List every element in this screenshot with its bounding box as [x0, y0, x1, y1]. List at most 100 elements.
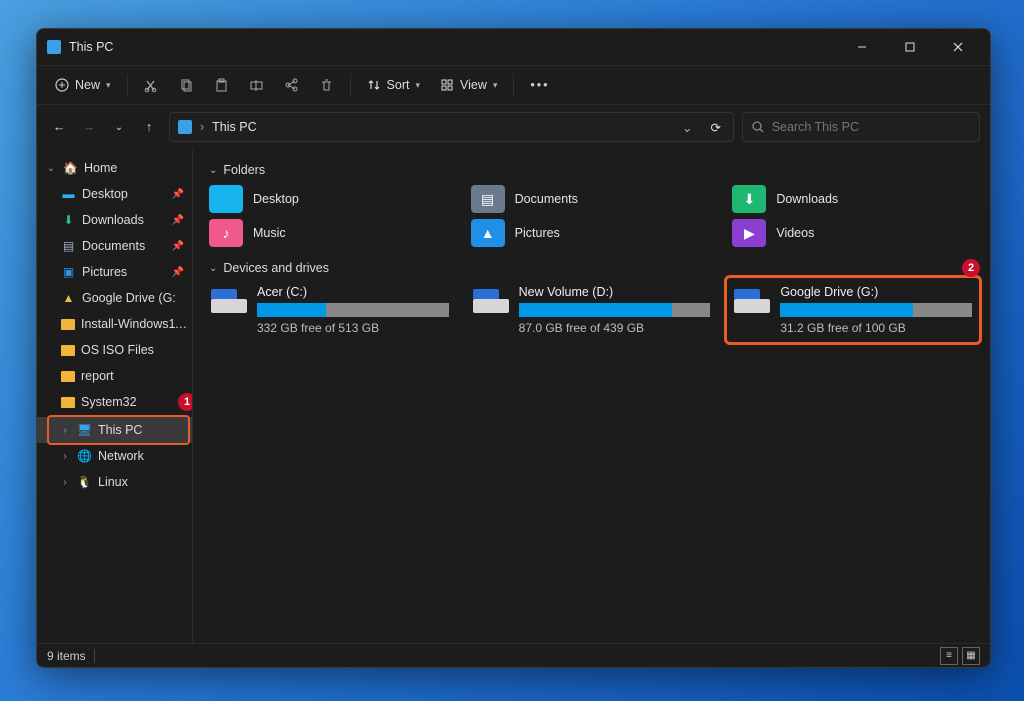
- folder-desktop[interactable]: Desktop: [209, 185, 451, 213]
- sidebar-item-system32[interactable]: System32 1: [37, 389, 192, 415]
- pin-icon: 📌: [172, 241, 184, 252]
- new-button[interactable]: New ▾: [47, 70, 119, 100]
- folder-icon: [61, 319, 75, 330]
- delete-button[interactable]: [311, 70, 342, 100]
- copy-button[interactable]: [171, 70, 202, 100]
- sort-button[interactable]: Sort ▾: [359, 70, 428, 100]
- folder-music[interactable]: ♪Music: [209, 219, 451, 247]
- videos-folder-icon: ▶: [732, 219, 766, 247]
- drive-d[interactable]: New Volume (D:) 87.0 GB free of 439 GB: [471, 283, 713, 337]
- folder-icon: [61, 397, 75, 408]
- search-icon: [751, 120, 764, 134]
- window-title: This PC: [69, 40, 113, 54]
- sidebar-network[interactable]: ›🌐Network: [37, 443, 192, 469]
- sidebar-item-osiso[interactable]: OS ISO Files: [37, 337, 192, 363]
- home-icon: 🏠: [63, 161, 78, 176]
- minimize-button[interactable]: [840, 32, 884, 62]
- share-icon: [284, 78, 299, 93]
- share-button[interactable]: [276, 70, 307, 100]
- pin-icon: 📌: [172, 215, 184, 226]
- network-icon: 🌐: [77, 449, 92, 464]
- search-box[interactable]: [742, 112, 980, 142]
- ellipsis-icon: •••: [530, 78, 549, 92]
- sidebar-item-desktop[interactable]: ▬Desktop📌: [37, 181, 192, 207]
- item-count: 9 items: [47, 649, 86, 663]
- folders-grid: Desktop ▤Documents ⬇Downloads ♪Music ▲Pi…: [209, 185, 974, 247]
- drive-g[interactable]: Google Drive (G:) 31.2 GB free of 100 GB…: [732, 283, 974, 337]
- back-button[interactable]: ←: [47, 115, 71, 139]
- sidebar-linux[interactable]: ›🐧Linux: [37, 469, 192, 495]
- sidebar-item-downloads[interactable]: ⬇Downloads📌: [37, 207, 192, 233]
- paste-icon: [214, 78, 229, 93]
- pin-icon: 📌: [172, 267, 184, 278]
- documents-folder-icon: ▤: [471, 185, 505, 213]
- annotation-badge-1: 1: [178, 393, 193, 411]
- forward-button[interactable]: →: [77, 115, 101, 139]
- maximize-button[interactable]: [888, 32, 932, 62]
- copy-icon: [179, 78, 194, 93]
- annotation-badge-2: 2: [962, 259, 980, 277]
- content-pane: ⌄Folders Desktop ▤Documents ⬇Downloads ♪…: [193, 149, 990, 643]
- refresh-button[interactable]: ⟳: [707, 120, 725, 135]
- recent-dropdown[interactable]: ⌄: [107, 115, 131, 139]
- cut-button[interactable]: [136, 70, 167, 100]
- drive-c[interactable]: Acer (C:) 332 GB free of 513 GB: [209, 283, 451, 337]
- close-button[interactable]: [936, 32, 980, 62]
- downloads-icon: ⬇: [61, 213, 76, 228]
- drive-icon: [211, 285, 247, 313]
- music-folder-icon: ♪: [209, 219, 243, 247]
- window-controls: [840, 32, 980, 62]
- folder-documents[interactable]: ▤Documents: [471, 185, 713, 213]
- status-bar: 9 items ≡ ▦: [37, 643, 990, 667]
- linux-icon: 🐧: [77, 475, 92, 490]
- trash-icon: [319, 78, 334, 93]
- pin-icon: 📌: [172, 189, 184, 200]
- plus-circle-icon: [55, 78, 69, 92]
- address-bar[interactable]: › This PC ⌄ ⟳: [169, 112, 734, 142]
- section-folders-header[interactable]: ⌄Folders: [209, 163, 974, 177]
- view-button-label: View: [460, 78, 487, 92]
- up-button[interactable]: ↑: [137, 115, 161, 139]
- sidebar-item-pictures[interactable]: ▣Pictures📌: [37, 259, 192, 285]
- search-input[interactable]: [772, 120, 971, 134]
- usage-bar: [780, 303, 972, 317]
- desktop-folder-icon: [209, 185, 243, 213]
- usage-bar: [519, 303, 711, 317]
- pc-icon: 🖥: [77, 423, 92, 438]
- folder-icon: [61, 371, 75, 382]
- drives-grid: Acer (C:) 332 GB free of 513 GB New Volu…: [209, 283, 974, 337]
- folder-videos[interactable]: ▶Videos: [732, 219, 974, 247]
- sidebar-item-install[interactable]: Install-Windows11B: [37, 311, 192, 337]
- drive-icon: [473, 285, 509, 313]
- nav-row: ← → ⌄ ↑ › This PC ⌄ ⟳: [37, 105, 990, 149]
- drive-icon: ▲: [61, 291, 76, 306]
- new-button-label: New: [75, 78, 100, 92]
- drive-icon: [734, 285, 770, 313]
- paste-button[interactable]: [206, 70, 237, 100]
- rename-button[interactable]: [241, 70, 272, 100]
- folder-pictures[interactable]: ▲Pictures: [471, 219, 713, 247]
- pictures-folder-icon: ▲: [471, 219, 505, 247]
- sidebar-this-pc[interactable]: › 🖥 This PC: [37, 417, 192, 443]
- toolbar: New ▾ Sort ▾ View ▾ •••: [37, 65, 990, 105]
- sidebar-item-documents[interactable]: ▤Documents📌: [37, 233, 192, 259]
- documents-icon: ▤: [61, 239, 76, 254]
- tiles-view-button[interactable]: ▦: [962, 647, 980, 665]
- app-icon: [47, 40, 61, 54]
- address-dropdown[interactable]: ⌄: [676, 120, 698, 135]
- folder-downloads[interactable]: ⬇Downloads: [732, 185, 974, 213]
- sidebar-item-google-drive[interactable]: ▲Google Drive (G:: [37, 285, 192, 311]
- sort-icon: [367, 78, 381, 92]
- view-button[interactable]: View ▾: [432, 70, 505, 100]
- more-button[interactable]: •••: [522, 70, 557, 100]
- section-drives-header[interactable]: ⌄Devices and drives: [209, 261, 974, 275]
- pictures-icon: ▣: [61, 265, 76, 280]
- view-icon: [440, 78, 454, 92]
- sort-button-label: Sort: [387, 78, 410, 92]
- desktop-icon: ▬: [61, 187, 76, 202]
- sidebar-item-report[interactable]: report: [37, 363, 192, 389]
- sidebar-home[interactable]: ⌄ 🏠 Home: [37, 155, 192, 181]
- file-explorer-window: This PC New ▾ Sort ▾ View ▾: [36, 28, 991, 668]
- details-view-button[interactable]: ≡: [940, 647, 958, 665]
- titlebar: This PC: [37, 29, 990, 65]
